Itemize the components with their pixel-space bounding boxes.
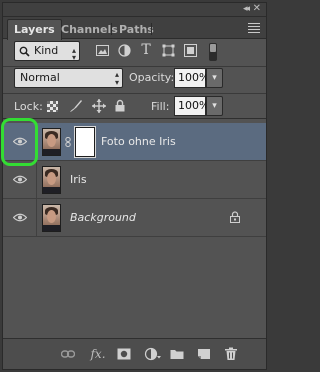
new-adjustment-icon[interactable]: [144, 346, 162, 362]
shape-filter-icon[interactable]: [159, 41, 177, 59]
collapse-icon[interactable]: ◂◂: [243, 4, 250, 14]
add-mask-icon[interactable]: [117, 346, 131, 362]
panel-footer: fx.: [3, 338, 266, 369]
visibility-toggle[interactable]: [3, 161, 37, 198]
divider: [3, 66, 266, 67]
blend-mode-value: Normal: [20, 71, 60, 84]
layer-row-background[interactable]: Background: [3, 199, 266, 237]
layer-thumbnail: [42, 166, 61, 194]
opacity-label: Opacity:: [129, 71, 175, 84]
layers-list: Foto ohne Iris Iris Background: [3, 118, 266, 340]
layer-name: Iris: [70, 173, 87, 186]
link-layers-icon[interactable]: [61, 346, 75, 362]
chevron-down-icon: ▾: [71, 53, 76, 62]
opacity-input[interactable]: 100%: [174, 68, 209, 88]
highlight-annotation: [1, 118, 38, 166]
lock-icon[interactable]: [230, 211, 240, 223]
filter-row: Kind ▴ ▾ T: [3, 41, 266, 63]
tab-separator: [151, 23, 152, 35]
link-icon[interactable]: [65, 137, 71, 147]
type-filter-icon[interactable]: T: [137, 41, 155, 59]
blend-row: Normal ▴ ▾ Opacity: 100% ▾: [3, 68, 266, 90]
kind-label: Kind: [34, 44, 59, 57]
lock-transparent-icon[interactable]: [47, 101, 58, 112]
layer-thumbnail: [42, 128, 61, 156]
adjustment-filter-icon[interactable]: [115, 41, 133, 59]
fill-slider-button[interactable]: ▾: [206, 96, 223, 116]
kind-filter-dropdown[interactable]: Kind ▴ ▾: [14, 41, 80, 62]
panel-menu-icon[interactable]: [248, 23, 260, 33]
chevron-down-icon: ▾: [114, 78, 119, 87]
blend-mode-dropdown[interactable]: Normal ▴ ▾: [14, 68, 123, 88]
layer-row-iris[interactable]: Iris: [3, 161, 266, 199]
filter-toggle-icon[interactable]: [209, 43, 217, 61]
fx-button[interactable]: fx.: [89, 346, 107, 362]
lock-label: Lock:: [14, 100, 43, 113]
tab-bar: Layers Channels Paths: [3, 17, 266, 40]
opacity-slider-button[interactable]: ▾: [206, 68, 223, 88]
layers-panel: ◂◂ ✕ Layers Channels Paths Kind ▴ ▾ T No…: [2, 2, 267, 370]
new-group-icon[interactable]: [170, 346, 184, 362]
layer-name: Background: [70, 211, 136, 224]
visibility-toggle[interactable]: [3, 199, 37, 236]
tab-separator: [111, 23, 112, 35]
fill-input[interactable]: 100%: [174, 96, 209, 116]
eye-icon: [13, 213, 27, 222]
panel-header-strip: ◂◂ ✕: [3, 3, 266, 17]
divider: [3, 93, 266, 94]
fill-label: Fill:: [151, 100, 170, 113]
search-icon: [19, 46, 30, 57]
layer-name: Foto ohne Iris: [101, 135, 176, 148]
new-layer-icon[interactable]: [197, 346, 211, 362]
smart-object-filter-icon[interactable]: [181, 41, 199, 59]
trash-icon[interactable]: [224, 346, 238, 362]
close-icon[interactable]: ✕: [253, 3, 261, 14]
lock-position-icon[interactable]: [92, 99, 106, 113]
lock-image-icon[interactable]: [69, 99, 83, 113]
lock-row: Lock: Fill: 100% ▾: [3, 95, 266, 117]
tab-paths[interactable]: Paths: [113, 20, 160, 39]
layer-thumbnail: [42, 204, 61, 232]
lock-all-icon[interactable]: [115, 99, 125, 112]
image-filter-icon[interactable]: [93, 41, 111, 59]
layer-row-foto-ohne-iris[interactable]: Foto ohne Iris: [3, 123, 266, 161]
eye-icon: [13, 175, 27, 184]
tab-layers[interactable]: Layers: [7, 19, 62, 40]
layer-mask-thumbnail[interactable]: [74, 126, 96, 158]
